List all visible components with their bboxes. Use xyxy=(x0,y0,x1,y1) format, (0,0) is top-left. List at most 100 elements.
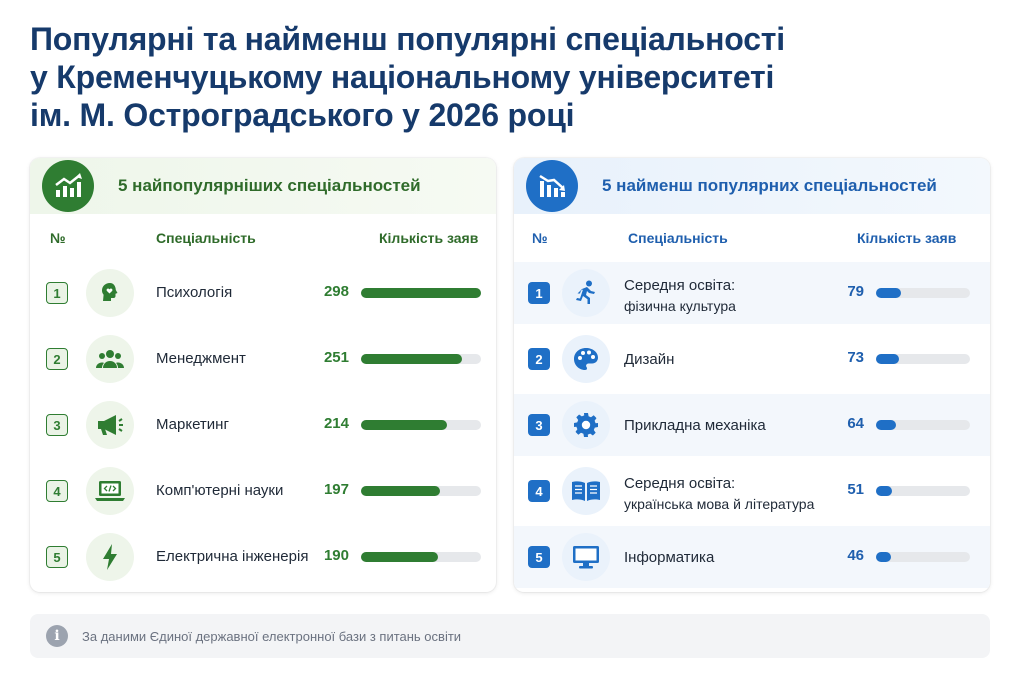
count-value: 51 xyxy=(847,481,864,498)
bar xyxy=(361,354,462,364)
table-row: 3 Маркетинг 214 xyxy=(30,394,496,456)
count-value: 79 xyxy=(847,283,864,300)
info-icon: i xyxy=(46,625,68,647)
least-popular-header: 5 найменш популярних спеціальностей xyxy=(514,158,990,214)
count-value: 251 xyxy=(323,349,349,366)
count-value: 46 xyxy=(847,547,864,564)
bar xyxy=(876,420,896,430)
bar xyxy=(876,354,899,364)
column-headers: № Спеціальність Кількість заяв xyxy=(30,214,496,262)
trending-down-chart-icon xyxy=(526,160,578,212)
specialty-name: Дизайн xyxy=(624,350,674,370)
col-count: Кількість заяв xyxy=(857,230,957,246)
count-value: 298 xyxy=(323,283,349,300)
megaphone-icon xyxy=(86,401,134,449)
rank-badge: 3 xyxy=(528,414,550,436)
bar-track xyxy=(361,552,481,562)
count-value: 214 xyxy=(323,415,349,432)
specialty-name: Прикладна механіка xyxy=(624,416,766,436)
source-note: i За даними Єдиної державної електронної… xyxy=(30,614,990,658)
bar xyxy=(876,288,901,298)
title-line-3: ім. М. Остроградського у 2026 році xyxy=(30,97,575,133)
specialty-name: Комп'ютерні науки xyxy=(156,482,284,499)
most-popular-title: 5 найпопулярніших спеціальностей xyxy=(118,176,421,195)
bar-track xyxy=(876,486,970,496)
palette-icon xyxy=(562,335,610,383)
specialty-name: Середня освіта: українська мова й літерат… xyxy=(624,474,814,514)
bar-track xyxy=(361,354,481,364)
col-count: Кількість заяв xyxy=(379,230,479,246)
title-line-1: Популярні та найменш популярні спеціальн… xyxy=(30,21,785,57)
rank-badge: 5 xyxy=(528,546,550,568)
bar-track xyxy=(361,420,481,430)
specialty-name-line: Середня освіта: xyxy=(624,277,736,294)
bar-track xyxy=(876,552,970,562)
running-person-icon xyxy=(562,269,610,317)
bar xyxy=(361,420,447,430)
count-value: 64 xyxy=(847,415,864,432)
monitor-icon xyxy=(562,533,610,581)
trending-up-chart-icon xyxy=(42,160,94,212)
table-row: 1 Середня освіта: фізична культура 79 xyxy=(514,262,990,324)
rank-badge: 1 xyxy=(46,282,68,304)
bar-track xyxy=(361,486,481,496)
rank-badge: 1 xyxy=(528,282,550,304)
bar-track xyxy=(876,288,970,298)
table-row: 4 Середня освіта: українська мова й літера… xyxy=(514,460,990,522)
table-row: 1 Психологія 298 xyxy=(30,262,496,324)
count-value: 73 xyxy=(847,349,864,366)
specialty-name: Менеджмент xyxy=(156,350,246,367)
column-headers: № Спеціальність Кількість заяв xyxy=(514,214,990,262)
table-row: 2 Менеджмент 251 xyxy=(30,328,496,390)
col-specialty: Спеціальність xyxy=(628,230,728,246)
people-group-icon xyxy=(86,335,134,383)
head-heart-icon xyxy=(86,269,134,317)
specialty-name: Електрична інженерія xyxy=(156,548,309,565)
col-num: № xyxy=(532,230,548,246)
title-line-2: у Кременчуцькому національному університ… xyxy=(30,59,775,95)
specialty-name-line: українська мова й література xyxy=(624,496,815,512)
specialty-name-line: Середня освіта: xyxy=(624,475,736,492)
bar xyxy=(361,288,481,298)
table-row: 5 Інформатика 46 xyxy=(514,526,990,588)
laptop-code-icon xyxy=(86,467,134,515)
rank-badge: 3 xyxy=(46,414,68,436)
table-row: 3 Прикладна механіка 64 xyxy=(514,394,990,456)
rank-badge: 4 xyxy=(46,480,68,502)
least-popular-title: 5 найменш популярних спеціальностей xyxy=(602,176,937,195)
specialty-name-line: Дизайн xyxy=(624,351,675,368)
most-popular-header: 5 найпопулярніших спеціальностей xyxy=(30,158,496,214)
bar-track xyxy=(876,354,970,364)
page-title: Популярні та найменш популярні спеціальн… xyxy=(30,20,990,134)
specialty-name-line: Інформатика xyxy=(624,549,715,566)
table-row: 2 Дизайн 73 xyxy=(514,328,990,390)
rank-badge: 5 xyxy=(46,546,68,568)
table-row: 4 Комп'ютерні науки 197 xyxy=(30,460,496,522)
lightning-icon xyxy=(86,533,134,581)
bar xyxy=(876,486,892,496)
least-popular-panel: 5 найменш популярних спеціальностей № Сп… xyxy=(514,158,990,592)
bar-track xyxy=(876,420,970,430)
least-popular-rows: 1 Середня освіта: фізична культура 79 2 Дизай… xyxy=(514,262,990,592)
count-value: 197 xyxy=(323,481,349,498)
most-popular-panel: 5 найпопулярніших спеціальностей № Спеці… xyxy=(30,158,496,592)
col-num: № xyxy=(50,230,66,246)
col-specialty: Спеціальність xyxy=(156,230,256,246)
bar-track xyxy=(361,288,481,298)
source-text: За даними Єдиної державної електронної б… xyxy=(82,628,462,644)
rank-badge: 4 xyxy=(528,480,550,502)
table-row: 5 Електрична інженерія 190 xyxy=(30,526,496,588)
bar xyxy=(361,552,438,562)
most-popular-rows: 1 Психологія 298 2 Менеджмент 251 3 Маркетинг 21… xyxy=(30,262,496,592)
specialty-name: Інформатика xyxy=(624,548,714,568)
specialty-name-line: Прикладна механіка xyxy=(624,417,766,434)
rank-badge: 2 xyxy=(528,348,550,370)
count-value: 190 xyxy=(323,547,349,564)
open-book-icon xyxy=(562,467,610,515)
specialty-name: Середня освіта: фізична культура xyxy=(624,276,736,316)
specialty-name: Маркетинг xyxy=(156,416,229,433)
specialty-name: Психологія xyxy=(156,284,233,301)
bar xyxy=(361,486,440,496)
bar xyxy=(876,552,891,562)
rank-badge: 2 xyxy=(46,348,68,370)
